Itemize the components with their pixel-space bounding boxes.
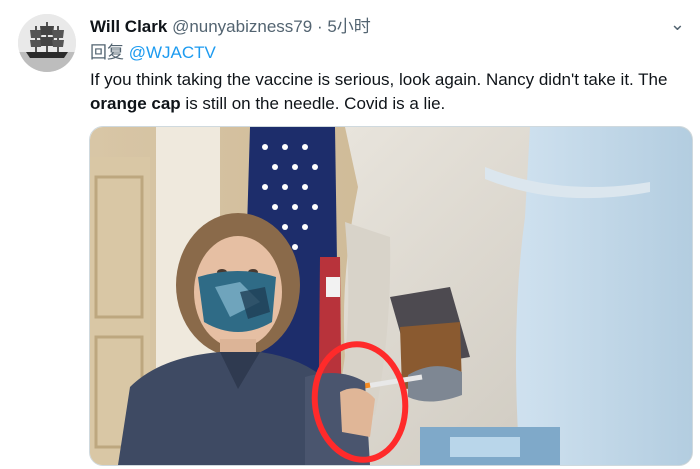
reply-mention-link[interactable]: @WJACTV [129, 43, 216, 62]
tweet-time[interactable]: 5小时 [327, 17, 370, 36]
author-name[interactable]: Will Clark [90, 17, 167, 36]
header-separator: · [316, 17, 323, 36]
more-options-icon[interactable]: ⌄ [670, 14, 686, 35]
tweet-text: If you think taking the vaccine is serio… [90, 68, 690, 116]
tweet-card: Will Clark @nunyabizness79 · 5小时 ⌄ 回复 @W… [0, 0, 700, 469]
tweet-text-bold: orange cap [90, 94, 181, 113]
tweet-header: Will Clark @nunyabizness79 · 5小时 [90, 16, 660, 38]
vaccination-photo [90, 127, 692, 465]
reply-prefix: 回复 [90, 43, 124, 62]
tweet-text-part1: If you think taking the vaccine is serio… [90, 70, 668, 89]
reply-context: 回复 @WJACTV [90, 42, 216, 64]
tweet-text-part2: is still on the needle. Covid is a lie. [180, 94, 446, 113]
tweet-media-photo[interactable] [89, 126, 693, 466]
author-handle[interactable]: @nunyabizness79 [172, 17, 312, 36]
sailing-ship-icon [18, 14, 76, 72]
avatar[interactable] [18, 14, 76, 72]
